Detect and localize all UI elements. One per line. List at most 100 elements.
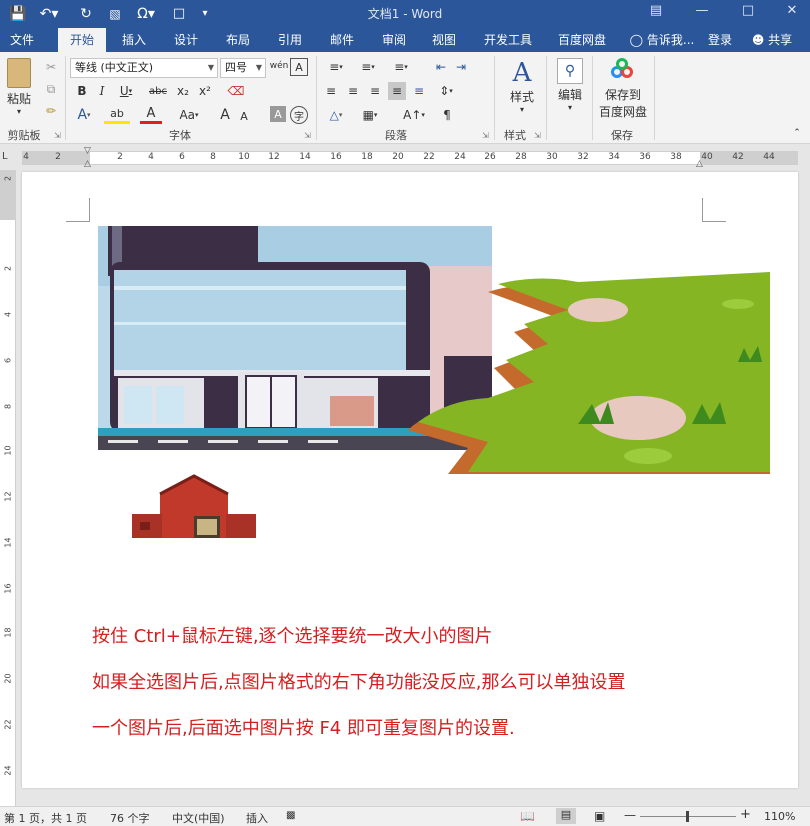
lightbulb-icon: ◯ xyxy=(629,33,644,47)
distributed-icon[interactable]: ≡ xyxy=(410,82,428,100)
tab-baidu-netdisk[interactable]: 百度网盘 xyxy=(550,28,614,52)
login-button[interactable]: 登录 xyxy=(702,28,738,52)
macro-record-icon[interactable]: ▩ xyxy=(286,810,295,821)
shading-icon[interactable]: △ ▾ xyxy=(322,106,350,124)
zoom-in-icon[interactable]: + xyxy=(740,807,751,822)
tell-me-search[interactable]: ◯ 告诉我... xyxy=(628,28,696,52)
save-to-baidu-button[interactable]: 保存到 百度网盘 xyxy=(596,58,650,124)
shrink-font-button[interactable]: A xyxy=(236,108,252,124)
text-effects-icon[interactable]: A ▾ xyxy=(72,106,96,124)
decrease-indent-icon[interactable]: ⇤ xyxy=(432,58,450,76)
ruler-number: 8 xyxy=(3,403,13,410)
line-spacing-icon[interactable]: ⇕ ▾ xyxy=(432,82,460,100)
show-marks-icon[interactable]: ¶ xyxy=(438,106,456,124)
character-border-icon[interactable]: A xyxy=(290,58,308,76)
left-indent-marker-icon[interactable]: △ xyxy=(84,159,91,169)
document-page[interactable]: 按住 Ctrl+鼠标左键,逐个选择要统一改大小的图片 如果全选图片后,点图片格式… xyxy=(22,172,798,788)
horizontal-ruler[interactable]: L ▽ △ △ 4 2 2 4 6 8 10 12 14 16 18 20 22… xyxy=(0,144,810,170)
clipboard-icon xyxy=(7,58,31,88)
zoom-slider-thumb[interactable] xyxy=(686,811,689,822)
ruler-number: 28 xyxy=(515,152,527,162)
window-title: 文档1 - Word xyxy=(367,7,443,21)
ruler-number: 6 xyxy=(179,152,185,162)
zoom-out-icon[interactable]: — xyxy=(624,808,636,822)
italic-button[interactable]: I xyxy=(94,82,110,100)
increase-indent-icon[interactable]: ⇥ xyxy=(452,58,470,76)
justify-icon[interactable]: ≡ xyxy=(388,82,406,100)
close-icon[interactable]: ✕ xyxy=(782,3,802,18)
tab-references[interactable]: 引用 xyxy=(268,28,312,52)
underline-button[interactable]: U ▾ xyxy=(114,82,138,100)
tab-selector-icon[interactable]: L xyxy=(2,151,8,162)
clipboard-launcher-icon[interactable]: ⇲ xyxy=(54,131,61,140)
person-icon: ☻ xyxy=(751,33,765,47)
tab-developer[interactable]: 开发工具 xyxy=(476,28,540,52)
tab-home[interactable]: 开始 xyxy=(58,28,106,52)
sort-icon[interactable]: A↑ ▾ xyxy=(400,106,428,124)
subscript-button[interactable]: x₂ xyxy=(174,82,192,100)
editing-button[interactable]: ⚲ 编辑 ▾ xyxy=(552,58,588,118)
page-count[interactable]: 第 1 页，共 1 页 xyxy=(4,810,87,826)
align-left-icon[interactable]: ≡ xyxy=(322,82,340,100)
tab-design[interactable]: 设计 xyxy=(164,28,208,52)
superscript-button[interactable]: x² xyxy=(196,82,214,100)
align-center-icon[interactable]: ≡ xyxy=(344,82,362,100)
font-color-icon[interactable]: A xyxy=(140,106,162,124)
cut-icon[interactable]: ✂ xyxy=(42,58,60,76)
strikethrough-button[interactable]: abc xyxy=(146,82,170,100)
tab-insert[interactable]: 插入 xyxy=(112,28,156,52)
phonetic-guide-icon[interactable]: wén xyxy=(270,56,289,76)
read-mode-icon[interactable]: 📖 xyxy=(520,809,535,823)
bullets-icon[interactable]: ≡ ▾ xyxy=(322,58,350,76)
styles-label: 样式 xyxy=(509,90,534,104)
paste-label: 粘贴 xyxy=(6,92,31,106)
collapse-ribbon-icon[interactable]: ⌃ xyxy=(790,126,804,140)
character-shading-icon[interactable]: A xyxy=(270,106,286,122)
red-barn-image[interactable] xyxy=(130,474,258,538)
ruler-number: 4 xyxy=(23,152,29,162)
chevron-down-icon: ▼ xyxy=(207,63,214,72)
copy-icon[interactable]: ⧉ xyxy=(42,80,60,98)
borders-icon[interactable]: ▦ ▾ xyxy=(356,106,384,124)
font-launcher-icon[interactable]: ⇲ xyxy=(304,131,311,140)
align-right-icon[interactable]: ≡ xyxy=(366,82,384,100)
paragraph-launcher-icon[interactable]: ⇲ xyxy=(482,131,489,140)
tab-mailings[interactable]: 邮件 xyxy=(320,28,364,52)
numbering-icon[interactable]: ≡ ▾ xyxy=(354,58,382,76)
minimize-icon[interactable]: — xyxy=(692,3,712,18)
styles-launcher-icon[interactable]: ⇲ xyxy=(534,131,541,140)
tab-review[interactable]: 审阅 xyxy=(372,28,416,52)
print-layout-icon[interactable]: ▤ xyxy=(556,808,576,824)
multilevel-list-icon[interactable]: ≡ ▾ xyxy=(386,58,416,76)
document-line[interactable]: 一个图片后,后面选中图片按 F4 即可重复图片的设置. xyxy=(92,714,515,740)
web-layout-icon[interactable]: ▣ xyxy=(594,809,605,823)
enclose-characters-icon[interactable]: 字 xyxy=(290,106,308,124)
vertical-ruler[interactable]: 2 2 4 6 8 10 12 14 16 18 20 22 24 xyxy=(0,170,16,806)
clear-formatting-icon[interactable]: ⌫ xyxy=(228,82,245,100)
tab-file[interactable]: 文件 xyxy=(0,28,44,52)
paste-button[interactable]: 粘贴 ▾ xyxy=(4,58,34,116)
tab-layout[interactable]: 布局 xyxy=(216,28,260,52)
font-size-combo[interactable]: 四号 ▼ xyxy=(220,58,266,78)
ruler-number: 16 xyxy=(330,152,342,162)
format-painter-icon[interactable]: ✏ xyxy=(42,102,60,120)
zoom-level[interactable]: 110% xyxy=(764,810,795,823)
share-button[interactable]: ☻ 共享 xyxy=(744,28,800,52)
font-name-combo[interactable]: 等线 (中文正文) ▼ xyxy=(70,58,218,78)
ruler-number: 42 xyxy=(732,152,744,162)
highlight-icon[interactable]: ab xyxy=(104,106,130,124)
maximize-icon[interactable]: □ xyxy=(738,3,758,18)
styles-button[interactable]: A 样式 ▾ xyxy=(500,58,544,118)
ribbon-display-icon[interactable]: ▤ xyxy=(646,3,666,18)
bold-button[interactable]: B xyxy=(74,82,90,100)
indent-marker-icon[interactable]: ▽ xyxy=(84,146,91,156)
change-case-button[interactable]: Aa ▾ xyxy=(172,106,206,124)
language-indicator[interactable]: 中文(中国) xyxy=(172,810,225,826)
grass-landscape-image[interactable] xyxy=(408,272,770,474)
grow-font-button[interactable]: A xyxy=(216,106,234,124)
tab-view[interactable]: 视图 xyxy=(422,28,466,52)
document-line[interactable]: 如果全选图片后,点图片格式的右下角功能没反应,那么可以单独设置 xyxy=(92,668,625,694)
insert-mode[interactable]: 插入 xyxy=(246,810,268,826)
document-line[interactable]: 按住 Ctrl+鼠标左键,逐个选择要统一改大小的图片 xyxy=(92,622,493,648)
word-count[interactable]: 76 个字 xyxy=(110,810,150,826)
